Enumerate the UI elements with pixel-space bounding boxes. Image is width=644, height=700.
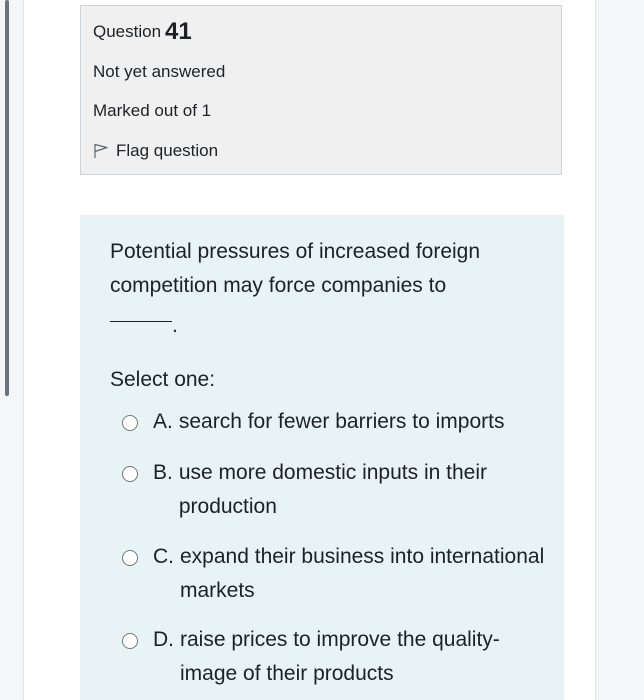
answer-body-d: D. raise prices to improve the quality-i…: [153, 623, 550, 691]
answer-body-a: A. search for fewer barriers to imports: [153, 405, 549, 439]
flag-question-label: Flag question: [116, 141, 219, 160]
answer-option-a[interactable]: A. search for fewer barriers to imports: [122, 405, 542, 439]
radio-button-c[interactable]: [122, 550, 138, 566]
question-state: Not yet answered: [93, 62, 226, 81]
page: Question 41 Not yet answered Marked out o…: [0, 0, 644, 700]
select-one-prompt: Select one:: [110, 368, 216, 391]
question-form: Potential pressures of increased foreign…: [80, 215, 564, 700]
answer-letter-d: D.: [153, 628, 174, 651]
blank-line: [110, 321, 172, 322]
answer-option-b[interactable]: B. use more domestic inputs in their pro…: [122, 456, 542, 524]
answer-text-b: use more domestic inputs in their produc…: [178, 461, 487, 518]
answer-text-d: raise prices to improve the quality-imag…: [180, 628, 500, 685]
answer-letter-b: B.: [153, 461, 173, 484]
question-grade: Marked out of 1: [93, 101, 212, 120]
flag-outline-icon: [94, 143, 108, 158]
answer-body-b: B. use more domestic inputs in their pro…: [153, 456, 549, 524]
answer-letter-c: C.: [153, 545, 174, 568]
answer-option-d[interactable]: D. raise prices to improve the quality-i…: [122, 623, 542, 691]
answer-text-c: expand their business into international…: [180, 545, 545, 602]
answer-option-c[interactable]: C. expand their business into internatio…: [122, 540, 544, 608]
question-title-prefix: Question: [93, 22, 162, 41]
question-info-panel: Question 41 Not yet answered Marked out o…: [80, 5, 562, 175]
question-title: Question 41: [93, 18, 192, 46]
flag-question-button[interactable]: Flag question: [93, 141, 218, 161]
answer-body-c: C. expand their business into internatio…: [153, 540, 550, 608]
question-text: Potential pressures of increased foreign…: [110, 240, 481, 297]
radio-button-d[interactable]: [122, 633, 138, 649]
radio-button-a[interactable]: [122, 415, 138, 431]
radio-button-b[interactable]: [122, 466, 138, 482]
answer-letter-a: A.: [153, 410, 173, 433]
answer-blank: .: [110, 309, 178, 343]
answer-text-a: search for fewer barriers to imports: [178, 410, 505, 433]
scrollbar[interactable]: [5, 0, 9, 396]
question-number: 41: [165, 18, 192, 45]
blank-suffix: .: [172, 314, 178, 337]
